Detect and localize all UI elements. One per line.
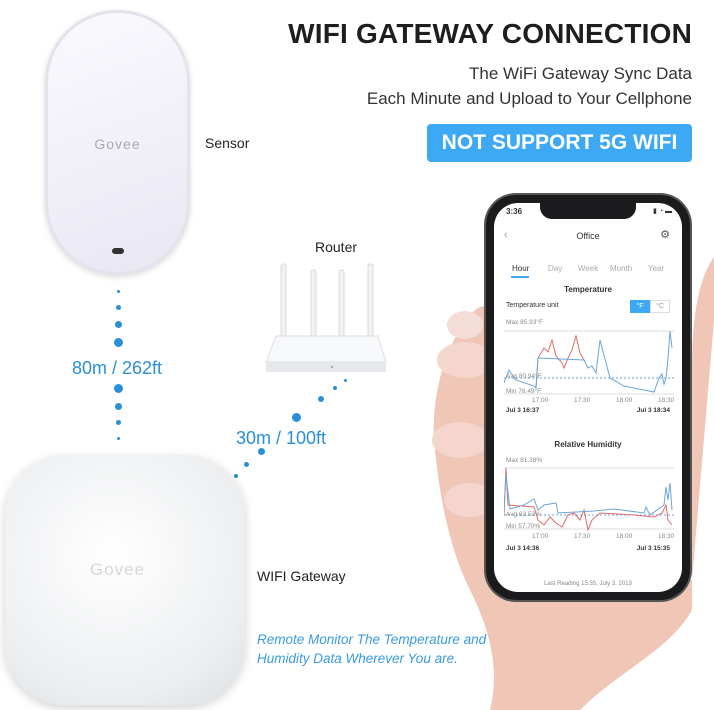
last-reading: Last Reading 15:35, July 3, 2019: [544, 581, 632, 587]
phone: 3:36 ▮ ◔ ▬ ‹ Office ⚙ Hour Day Week Mont…: [486, 195, 690, 600]
active-tab-indicator: [511, 276, 529, 278]
humidity-start-time: Jul 3 14:36: [506, 545, 540, 552]
settings-gear-icon[interactable]: ⚙: [660, 228, 670, 241]
temp-min: Min 78.49°F: [506, 388, 542, 395]
sensor-device: Govee: [45, 10, 190, 275]
gateway-label: WIFI Gateway: [257, 568, 346, 584]
screen-title: Office: [576, 231, 600, 241]
status-time: 3:36: [506, 207, 523, 216]
temp-xtick-2: 17:30: [574, 397, 591, 404]
tab-day[interactable]: Day: [548, 264, 562, 273]
tab-hour[interactable]: Hour: [512, 264, 529, 273]
page-title: WIFI GATEWAY CONNECTION: [288, 18, 692, 49]
humidity-end-time: Jul 3 15:35: [636, 545, 670, 552]
router-device: [265, 263, 387, 372]
temperature-unit-label: Temperature unit: [506, 302, 559, 309]
temp-start-time: Jul 3 16:37: [506, 407, 540, 414]
sensor-label: Sensor: [205, 135, 250, 151]
temperature-title: Temperature: [564, 285, 612, 294]
subtitle-line-1: The WiFi Gateway Sync Data: [469, 64, 692, 83]
temp-xtick-1: 17:00: [532, 397, 549, 404]
sensor-distance-label: 80m / 262ft: [72, 358, 163, 378]
humidity-avg: Avg 63.53%: [506, 511, 541, 518]
phone-notch: [540, 203, 636, 219]
temp-xtick-3: 18:00: [616, 397, 633, 404]
tab-month[interactable]: Month: [610, 264, 632, 273]
humidity-xtick-1: 17:00: [532, 533, 549, 540]
humidity-xtick-2: 17:30: [574, 533, 591, 540]
humidity-min: Min 57.70%: [506, 523, 541, 530]
tab-year[interactable]: Year: [648, 264, 664, 273]
humidity-title: Relative Humidity: [554, 440, 622, 449]
humidity-xtick-3: 18:00: [616, 533, 633, 540]
unit-c-button[interactable]: °C: [650, 300, 670, 313]
phone-screen: 3:36 ▮ ◔ ▬ ‹ Office ⚙ Hour Day Week Mont…: [494, 203, 682, 592]
temp-end-time: Jul 3 18:34: [636, 407, 670, 414]
router-label: Router: [315, 239, 358, 255]
humidity-max: Max 81.38%: [506, 457, 543, 464]
temp-max: Max 85.93°F: [506, 319, 543, 326]
wifi-gateway-device: Govee: [5, 455, 245, 705]
sensor-logo: Govee: [94, 136, 141, 152]
caption-line-2: Humidity Data Wherever You are.: [257, 651, 458, 666]
temperature-chart: [504, 330, 674, 395]
subtitle-line-2: Each Minute and Upload to Your Cellphone: [366, 89, 692, 108]
tab-week[interactable]: Week: [578, 264, 598, 273]
status-icons: ▮ ◔ ▬: [653, 208, 672, 215]
not-support-5g-badge: NOT SUPPORT 5G WIFI: [427, 124, 692, 162]
unit-f-button[interactable]: °F: [630, 300, 650, 313]
gateway-logo: Govee: [90, 560, 146, 579]
humidity-xtick-4: 18:30: [658, 533, 675, 540]
sensor-led: [112, 248, 124, 254]
temp-xtick-4: 18:30: [658, 397, 675, 404]
router-distance-label: 30m / 100ft: [236, 428, 327, 448]
temp-avg: Avg 80.94°F: [506, 373, 542, 380]
